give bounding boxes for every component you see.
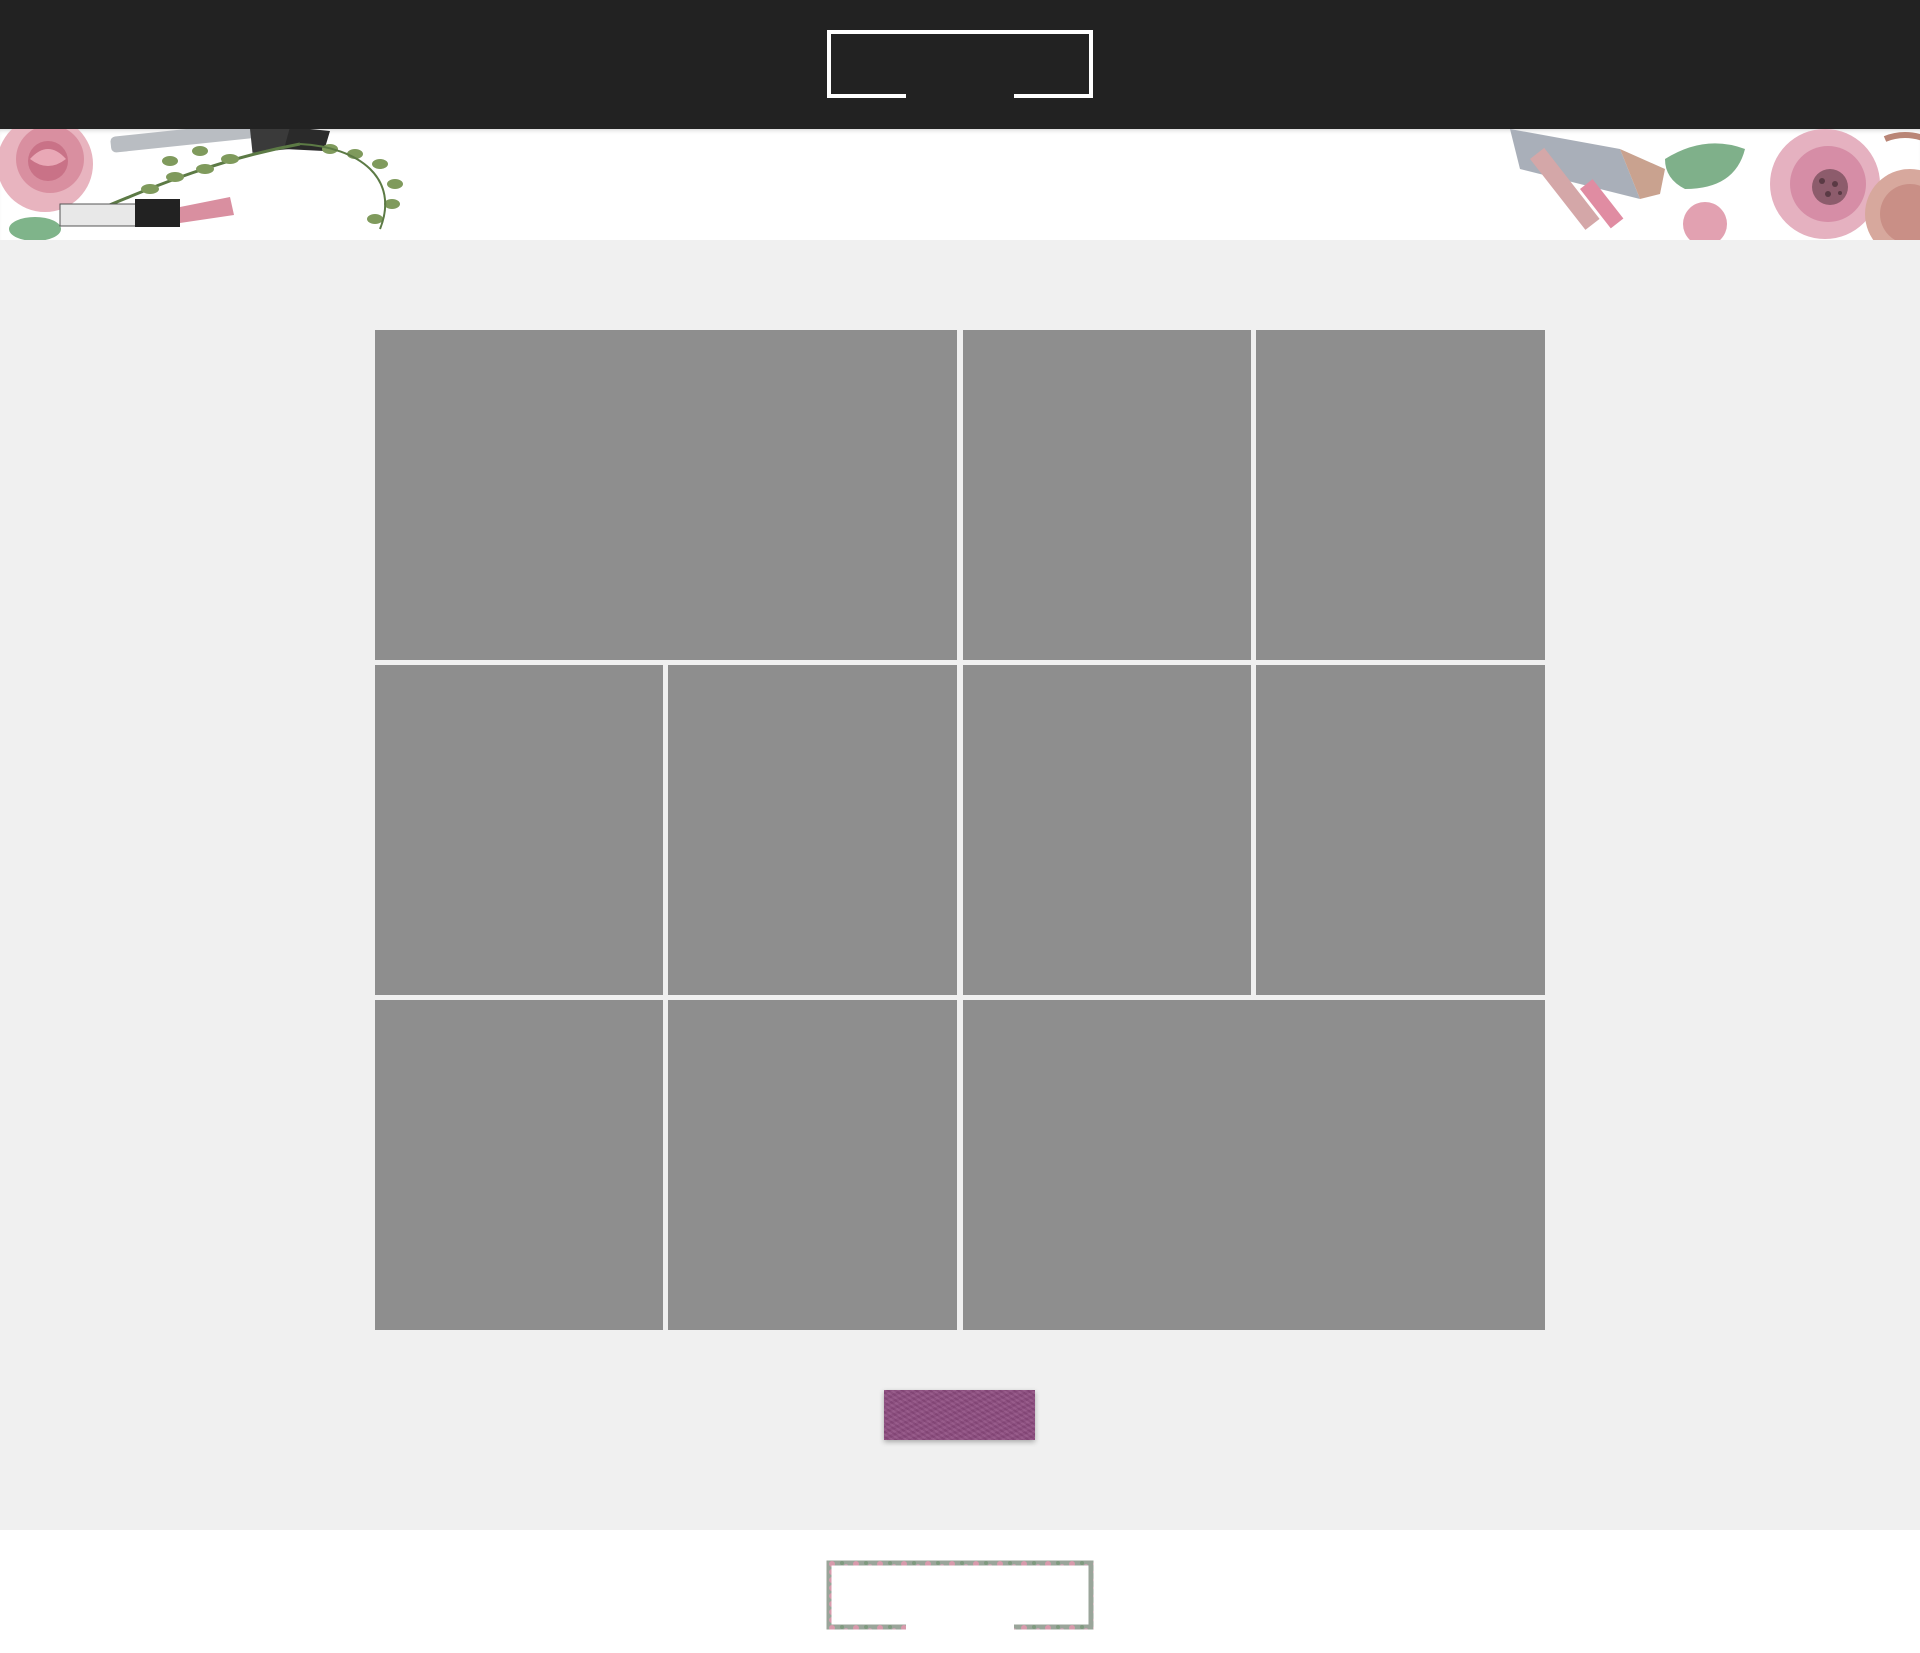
gallery-tile-10[interactable] <box>963 1000 1545 1330</box>
content-section <box>0 240 1920 1530</box>
floral-banner <box>0 129 1920 240</box>
footer <box>0 1530 1920 1653</box>
gallery-tile-4[interactable] <box>375 665 663 995</box>
gallery-tile-5[interactable] <box>668 665 957 995</box>
site-logo[interactable] <box>826 29 1094 99</box>
floral-makeup-left-illustration <box>0 129 403 240</box>
gallery-tile-8[interactable] <box>375 1000 663 1330</box>
top-bar <box>0 0 1920 129</box>
floral-makeup-right-illustration <box>1510 129 1920 240</box>
gallery-tile-1[interactable] <box>375 330 957 660</box>
footer-logo[interactable] <box>826 1560 1094 1630</box>
gallery-tile-3[interactable] <box>1256 330 1545 660</box>
gallery-tile-7[interactable] <box>1256 665 1545 995</box>
floral-logo-frame-icon <box>826 1560 1094 1630</box>
load-more-button[interactable] <box>884 1390 1035 1440</box>
gallery-tile-9[interactable] <box>668 1000 957 1330</box>
gallery-tile-6[interactable] <box>963 665 1251 995</box>
image-gallery <box>375 330 1545 1330</box>
gallery-tile-2[interactable] <box>963 330 1251 660</box>
logo-frame-icon <box>827 30 1093 98</box>
